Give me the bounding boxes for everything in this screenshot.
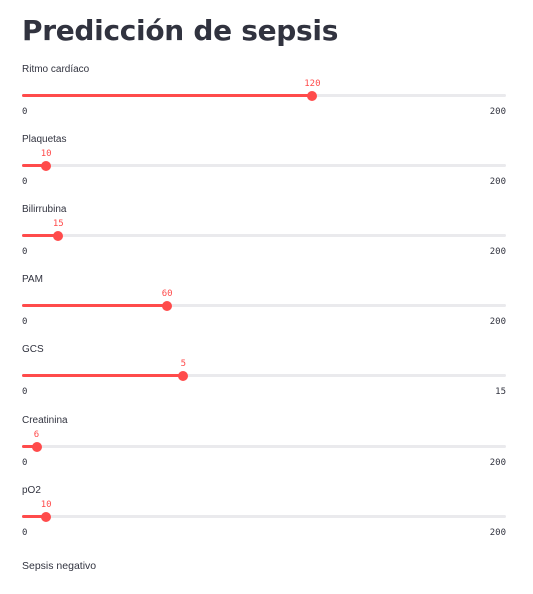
slider-min: 0 xyxy=(22,317,28,327)
slider-max: 15 xyxy=(495,387,506,397)
slider-value: 15 xyxy=(52,219,64,229)
app-page: Predicción de sepsis Ritmo cardíaco 120 … xyxy=(0,0,533,594)
slider-track[interactable]: 5 xyxy=(22,359,506,381)
slider-plaquetas: Plaquetas 10 0 200 xyxy=(22,134,506,192)
slider-label: pO2 xyxy=(22,485,41,496)
slider-value: 10 xyxy=(40,149,52,159)
slider-thumb[interactable] xyxy=(307,90,318,101)
slider-value: 6 xyxy=(33,430,40,440)
slider-min: 0 xyxy=(22,177,28,187)
slider-label: GCS xyxy=(22,344,44,355)
slider-max: 200 xyxy=(489,247,506,257)
slider-track[interactable]: 60 xyxy=(22,289,506,311)
slider-pam: PAM 60 0 200 xyxy=(22,274,506,332)
page-title: Predicción de sepsis xyxy=(22,14,339,47)
slider-value: 120 xyxy=(304,79,321,89)
slider-max: 200 xyxy=(489,317,506,327)
slider-creatinina: Creatinina 6 0 200 xyxy=(22,415,506,473)
slider-max: 200 xyxy=(489,458,506,468)
slider-thumb[interactable] xyxy=(53,230,64,241)
slider-track[interactable]: 10 xyxy=(22,149,506,171)
slider-label: PAM xyxy=(22,274,43,285)
slider-thumb[interactable] xyxy=(41,160,52,171)
slider-min: 0 xyxy=(22,107,28,117)
slider-track[interactable]: 120 xyxy=(22,79,506,101)
slider-value: 10 xyxy=(40,500,52,510)
slider-min: 0 xyxy=(22,528,28,538)
prediction-result: Sepsis negativo xyxy=(22,560,97,572)
slider-track[interactable]: 10 xyxy=(22,500,506,522)
slider-fill xyxy=(22,304,168,307)
slider-label: Creatinina xyxy=(22,415,68,426)
slider-thumb[interactable] xyxy=(178,370,189,381)
slider-fill xyxy=(22,94,313,97)
slider-max: 200 xyxy=(489,177,506,187)
slider-track[interactable]: 15 xyxy=(22,219,506,241)
slider-track[interactable]: 6 xyxy=(22,430,506,452)
slider-value: 60 xyxy=(161,289,173,299)
slider-label: Plaquetas xyxy=(22,134,67,145)
slider-thumb[interactable] xyxy=(31,441,42,452)
slider-fill xyxy=(22,374,184,377)
slider-label: Bilirrubina xyxy=(22,204,67,215)
slider-min: 0 xyxy=(22,247,28,257)
slider-min: 0 xyxy=(22,458,28,468)
slider-bilirrubina: Bilirrubina 15 0 200 xyxy=(22,204,506,262)
slider-po2: pO2 10 0 200 xyxy=(22,485,506,543)
slider-label: Ritmo cardíaco xyxy=(22,64,90,75)
slider-thumb[interactable] xyxy=(162,300,173,311)
slider-min: 0 xyxy=(22,387,28,397)
slider-ritmo-cardiaco: Ritmo cardíaco 120 0 200 xyxy=(22,64,506,122)
slider-max: 200 xyxy=(489,528,506,538)
slider-gcs: GCS 5 0 15 xyxy=(22,344,506,402)
slider-value: 5 xyxy=(180,359,187,369)
slider-thumb[interactable] xyxy=(41,511,52,522)
slider-max: 200 xyxy=(489,107,506,117)
